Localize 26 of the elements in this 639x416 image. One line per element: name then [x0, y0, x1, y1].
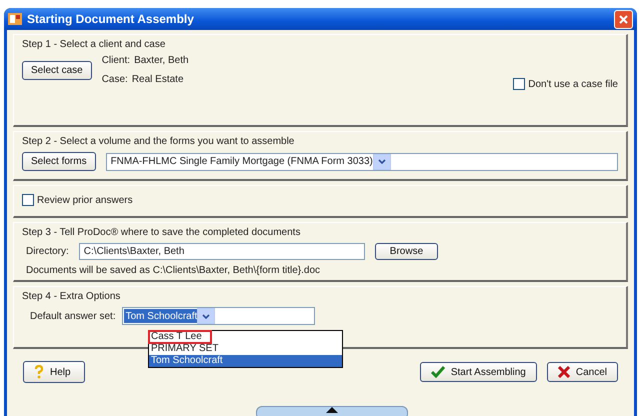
- step-heading: Step 4 - Extra Options: [22, 291, 122, 302]
- case-label: Case:: [102, 74, 128, 85]
- client-label: Client:: [102, 55, 130, 66]
- directory-label: Directory:: [26, 246, 69, 257]
- help-button[interactable]: Help: [23, 361, 85, 383]
- checkbox-label: Review prior answers: [37, 194, 133, 206]
- select-forms-button[interactable]: Select forms: [22, 152, 96, 171]
- start-button[interactable]: Start Assembling: [420, 362, 537, 382]
- dropdown-option[interactable]: Cass T Lee: [149, 331, 211, 343]
- dropdown-option[interactable]: Tom Schoolcraft: [149, 355, 342, 367]
- dropdown-option[interactable]: PRIMARY SET: [149, 343, 342, 355]
- cancel-button[interactable]: Cancel: [546, 362, 618, 382]
- step-heading: Step 2 - Select a volume and the forms you want to assemble: [22, 136, 296, 147]
- step-heading: Step 1 - Select a client and case: [22, 39, 166, 50]
- step-heading: Step 3 - Tell ProDoc® where to save the completed documents: [22, 227, 302, 238]
- directory-field[interactable]: C:\Clients\Baxter, Beth: [78, 243, 365, 260]
- save-path-note: Documents will be saved as C:\Clients\Baxter, Beth\{form title}.doc: [25, 265, 322, 276]
- case-name: Real Estate: [132, 74, 184, 85]
- select-case-button[interactable]: Select case: [22, 60, 92, 80]
- answer-set-dropdown[interactable]: Tom Schoolcraft: [122, 307, 315, 325]
- volume-dropdown[interactable]: FNMA-FHLMC Single Family Mortgage (FNMA Form 3033): [106, 152, 618, 170]
- window-title: Starting Document Assembly: [27, 12, 195, 26]
- browse-button[interactable]: Browse: [374, 243, 438, 260]
- answer-set-label: Default answer set:: [30, 310, 116, 322]
- client-name: Baxter, Beth: [134, 55, 189, 66]
- checkbox-label: Don't use a case file: [528, 78, 618, 90]
